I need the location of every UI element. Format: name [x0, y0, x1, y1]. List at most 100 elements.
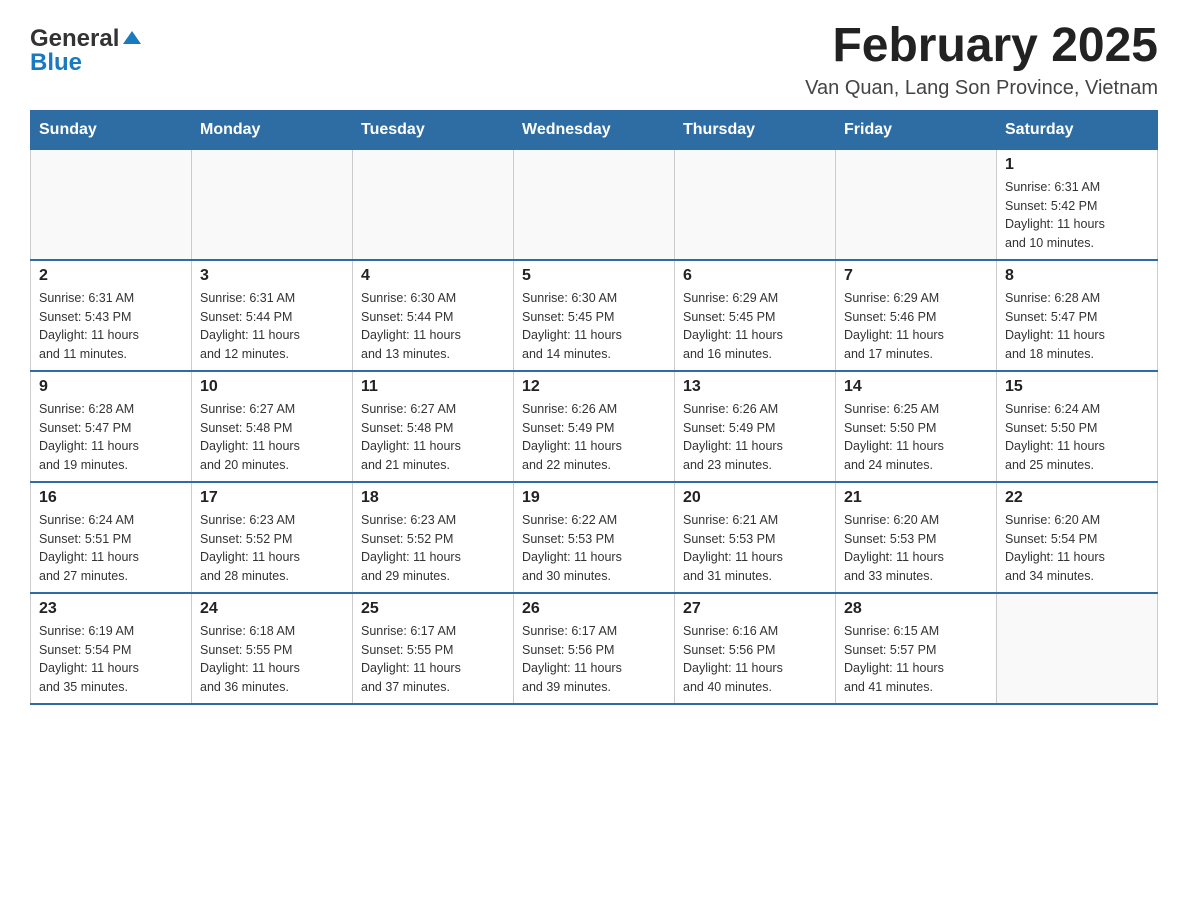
day-info: Sunrise: 6:27 AMSunset: 5:48 PMDaylight:… [200, 402, 300, 472]
day-info: Sunrise: 6:17 AMSunset: 5:56 PMDaylight:… [522, 624, 622, 694]
calendar-cell: 16 Sunrise: 6:24 AMSunset: 5:51 PMDayligh… [31, 482, 192, 593]
day-info: Sunrise: 6:24 AMSunset: 5:50 PMDaylight:… [1005, 402, 1105, 472]
day-number: 8 [1005, 267, 1149, 285]
day-info: Sunrise: 6:15 AMSunset: 5:57 PMDaylight:… [844, 624, 944, 694]
day-info: Sunrise: 6:17 AMSunset: 5:55 PMDaylight:… [361, 624, 461, 694]
weekday-header-friday: Friday [836, 110, 997, 149]
calendar-cell: 24 Sunrise: 6:18 AMSunset: 5:55 PMDayligh… [192, 593, 353, 704]
calendar-week-row: 23Sunrise: 6:19 AMSunset: 5:54 PMDayligh… [31, 593, 1158, 704]
day-number: 17 [200, 489, 344, 507]
day-number: 26 [522, 600, 666, 618]
day-number: 15 [1005, 378, 1149, 396]
day-number: 13 [683, 378, 827, 396]
day-number: 16 [39, 489, 183, 507]
day-info: Sunrise: 6:28 AMSunset: 5:47 PMDaylight:… [39, 402, 139, 472]
day-info: Sunrise: 6:26 AMSunset: 5:49 PMDaylight:… [683, 402, 783, 472]
weekday-header-tuesday: Tuesday [353, 110, 514, 149]
calendar-cell: 5Sunrise: 6:30 AMSunset: 5:45 PMDaylight… [514, 260, 675, 371]
calendar-cell: 11 Sunrise: 6:27 AMSunset: 5:48 PMDayligh… [353, 371, 514, 482]
day-number: 28 [844, 600, 988, 618]
calendar-cell: 4 Sunrise: 6:30 AMSunset: 5:44 PMDaylight… [353, 260, 514, 371]
day-number: 25 [361, 600, 505, 618]
weekday-header-monday: Monday [192, 110, 353, 149]
calendar-cell: 9 Sunrise: 6:28 AMSunset: 5:47 PMDaylight… [31, 371, 192, 482]
day-info: Sunrise: 6:25 AMSunset: 5:50 PMDaylight:… [844, 402, 944, 472]
calendar-cell [675, 149, 836, 260]
calendar-header: SundayMondayTuesdayWednesdayThursdayFrid… [31, 110, 1158, 149]
calendar-cell [353, 149, 514, 260]
day-info: Sunrise: 6:26 AMSunset: 5:49 PMDaylight:… [522, 402, 622, 472]
day-number: 10 [200, 378, 344, 396]
calendar-cell [514, 149, 675, 260]
day-number: 5 [522, 267, 666, 285]
day-number: 21 [844, 489, 988, 507]
day-info: Sunrise: 6:31 AMSunset: 5:43 PMDaylight:… [39, 291, 139, 361]
logo-blue-text: Blue [30, 49, 82, 77]
weekday-header-saturday: Saturday [997, 110, 1158, 149]
calendar-week-row: 16 Sunrise: 6:24 AMSunset: 5:51 PMDayligh… [31, 482, 1158, 593]
day-info: Sunrise: 6:18 AMSunset: 5:55 PMDaylight:… [200, 624, 300, 694]
weekday-header-wednesday: Wednesday [514, 110, 675, 149]
day-number: 2 [39, 267, 183, 285]
calendar-cell: 18Sunrise: 6:23 AMSunset: 5:52 PMDayligh… [353, 482, 514, 593]
day-info: Sunrise: 6:27 AMSunset: 5:48 PMDaylight:… [361, 402, 461, 472]
calendar-cell: 28 Sunrise: 6:15 AMSunset: 5:57 PMDayligh… [836, 593, 997, 704]
calendar-cell: 1 Sunrise: 6:31 AMSunset: 5:42 PMDaylight… [997, 149, 1158, 260]
day-number: 27 [683, 600, 827, 618]
day-info: Sunrise: 6:16 AMSunset: 5:56 PMDaylight:… [683, 624, 783, 694]
calendar-cell: 21Sunrise: 6:20 AMSunset: 5:53 PMDayligh… [836, 482, 997, 593]
day-info: Sunrise: 6:30 AMSunset: 5:44 PMDaylight:… [361, 291, 461, 361]
calendar-cell: 3Sunrise: 6:31 AMSunset: 5:44 PMDaylight… [192, 260, 353, 371]
calendar-cell [31, 149, 192, 260]
logo: General Blue [30, 20, 143, 77]
day-number: 11 [361, 378, 505, 396]
weekday-header-thursday: Thursday [675, 110, 836, 149]
calendar-week-row: 2 Sunrise: 6:31 AMSunset: 5:43 PMDaylight… [31, 260, 1158, 371]
weekday-header-row: SundayMondayTuesdayWednesdayThursdayFrid… [31, 110, 1158, 149]
day-number: 12 [522, 378, 666, 396]
day-info: Sunrise: 6:31 AMSunset: 5:42 PMDaylight:… [1005, 180, 1105, 250]
calendar-cell [997, 593, 1158, 704]
day-number: 1 [1005, 156, 1149, 174]
day-info: Sunrise: 6:29 AMSunset: 5:46 PMDaylight:… [844, 291, 944, 361]
calendar-cell: 23Sunrise: 6:19 AMSunset: 5:54 PMDayligh… [31, 593, 192, 704]
day-number: 19 [522, 489, 666, 507]
day-info: Sunrise: 6:22 AMSunset: 5:53 PMDaylight:… [522, 513, 622, 583]
calendar-cell: 8Sunrise: 6:28 AMSunset: 5:47 PMDaylight… [997, 260, 1158, 371]
calendar-cell: 17 Sunrise: 6:23 AMSunset: 5:52 PMDayligh… [192, 482, 353, 593]
day-number: 4 [361, 267, 505, 285]
calendar-week-row: 9 Sunrise: 6:28 AMSunset: 5:47 PMDaylight… [31, 371, 1158, 482]
day-number: 24 [200, 600, 344, 618]
calendar-body: 1 Sunrise: 6:31 AMSunset: 5:42 PMDaylight… [31, 149, 1158, 704]
calendar-cell [836, 149, 997, 260]
day-info: Sunrise: 6:29 AMSunset: 5:45 PMDaylight:… [683, 291, 783, 361]
calendar-cell: 27 Sunrise: 6:16 AMSunset: 5:56 PMDayligh… [675, 593, 836, 704]
calendar-table: SundayMondayTuesdayWednesdayThursdayFrid… [30, 110, 1158, 705]
calendar-cell [192, 149, 353, 260]
calendar-cell: 22 Sunrise: 6:20 AMSunset: 5:54 PMDayligh… [997, 482, 1158, 593]
calendar-cell: 10 Sunrise: 6:27 AMSunset: 5:48 PMDayligh… [192, 371, 353, 482]
main-title: February 2025 [805, 20, 1158, 73]
logo-triangle-icon [123, 31, 141, 44]
day-number: 9 [39, 378, 183, 396]
calendar-cell: 25 Sunrise: 6:17 AMSunset: 5:55 PMDayligh… [353, 593, 514, 704]
calendar-cell: 14 Sunrise: 6:25 AMSunset: 5:50 PMDayligh… [836, 371, 997, 482]
weekday-header-sunday: Sunday [31, 110, 192, 149]
calendar-cell: 13 Sunrise: 6:26 AMSunset: 5:49 PMDayligh… [675, 371, 836, 482]
day-info: Sunrise: 6:23 AMSunset: 5:52 PMDaylight:… [200, 513, 300, 583]
day-info: Sunrise: 6:20 AMSunset: 5:54 PMDaylight:… [1005, 513, 1105, 583]
subtitle: Van Quan, Lang Son Province, Vietnam [805, 77, 1158, 100]
calendar-cell: 6Sunrise: 6:29 AMSunset: 5:45 PMDaylight… [675, 260, 836, 371]
calendar-cell: 2 Sunrise: 6:31 AMSunset: 5:43 PMDaylight… [31, 260, 192, 371]
day-number: 20 [683, 489, 827, 507]
day-info: Sunrise: 6:19 AMSunset: 5:54 PMDaylight:… [39, 624, 139, 694]
day-number: 22 [1005, 489, 1149, 507]
day-info: Sunrise: 6:23 AMSunset: 5:52 PMDaylight:… [361, 513, 461, 583]
day-number: 3 [200, 267, 344, 285]
day-number: 14 [844, 378, 988, 396]
day-info: Sunrise: 6:24 AMSunset: 5:51 PMDaylight:… [39, 513, 139, 583]
day-info: Sunrise: 6:21 AMSunset: 5:53 PMDaylight:… [683, 513, 783, 583]
calendar-cell: 15 Sunrise: 6:24 AMSunset: 5:50 PMDayligh… [997, 371, 1158, 482]
calendar-cell: 12 Sunrise: 6:26 AMSunset: 5:49 PMDayligh… [514, 371, 675, 482]
calendar-week-row: 1 Sunrise: 6:31 AMSunset: 5:42 PMDaylight… [31, 149, 1158, 260]
